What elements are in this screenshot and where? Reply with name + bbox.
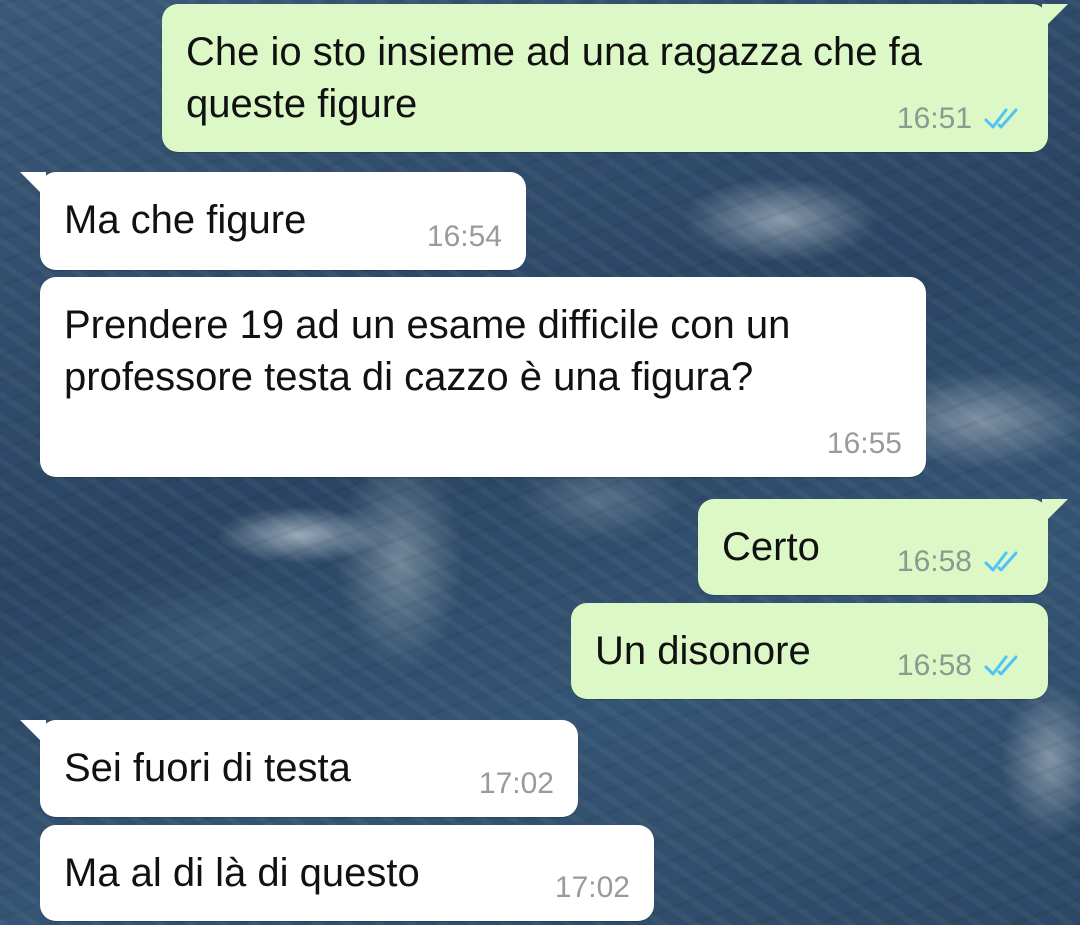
chat-screen: { "messages": [ {"direction": "out", "te… — [0, 0, 1080, 925]
read-double-check-icon — [984, 108, 1018, 129]
message-time: 17:02 — [554, 871, 630, 904]
message-time: 16:51 — [896, 102, 972, 135]
message-text: Ma che figure — [64, 198, 307, 242]
message-meta: 16:58 — [897, 545, 1024, 579]
read-double-check-icon — [984, 551, 1018, 572]
message-time: 16:55 — [826, 427, 902, 460]
bubble-tail — [20, 172, 46, 198]
message-bubble-outgoing[interactable]: Che io sto insieme ad una ragazza che fa… — [162, 4, 1068, 152]
message-bubble-outgoing[interactable]: Un disonore 16:58 — [571, 603, 1048, 699]
message-meta: 16:54 — [427, 220, 502, 254]
message-bubble-incoming[interactable]: Prendere 19 ad un esame difficile con un… — [40, 277, 926, 477]
bubble-tail — [1042, 499, 1068, 525]
message-time: 16:54 — [426, 220, 502, 253]
message-text: Che io sto insieme ad una ragazza che fa… — [186, 30, 922, 126]
message-bubble-outgoing[interactable]: Certo 16:58 — [698, 499, 1068, 595]
message-text: Un disonore — [595, 629, 811, 673]
message-meta: 16:58 — [897, 649, 1024, 683]
message-time: 16:58 — [896, 545, 972, 578]
read-double-check-icon — [984, 655, 1018, 676]
message-text: Prendere 19 ad un esame difficile con un… — [64, 303, 791, 399]
message-bubble-incoming[interactable]: Sei fuori di testa 17:02 — [20, 720, 578, 817]
message-text: Sei fuori di testa — [64, 746, 351, 790]
bubble-tail — [1042, 4, 1068, 30]
message-time: 17:02 — [478, 767, 554, 800]
bubble-tail — [20, 720, 46, 746]
message-text: Certo — [722, 525, 820, 569]
message-meta: 16:55 — [827, 427, 902, 461]
message-time: 16:58 — [896, 649, 972, 682]
message-meta: 17:02 — [479, 767, 554, 801]
message-meta: 16:51 — [897, 102, 1024, 136]
message-bubble-incoming[interactable]: Ma che figure 16:54 — [20, 172, 526, 270]
message-bubble-incoming[interactable]: Ma al di là di questo 17:02 — [40, 825, 654, 921]
message-meta: 17:02 — [555, 871, 630, 905]
message-text: Ma al di là di questo — [64, 851, 420, 895]
